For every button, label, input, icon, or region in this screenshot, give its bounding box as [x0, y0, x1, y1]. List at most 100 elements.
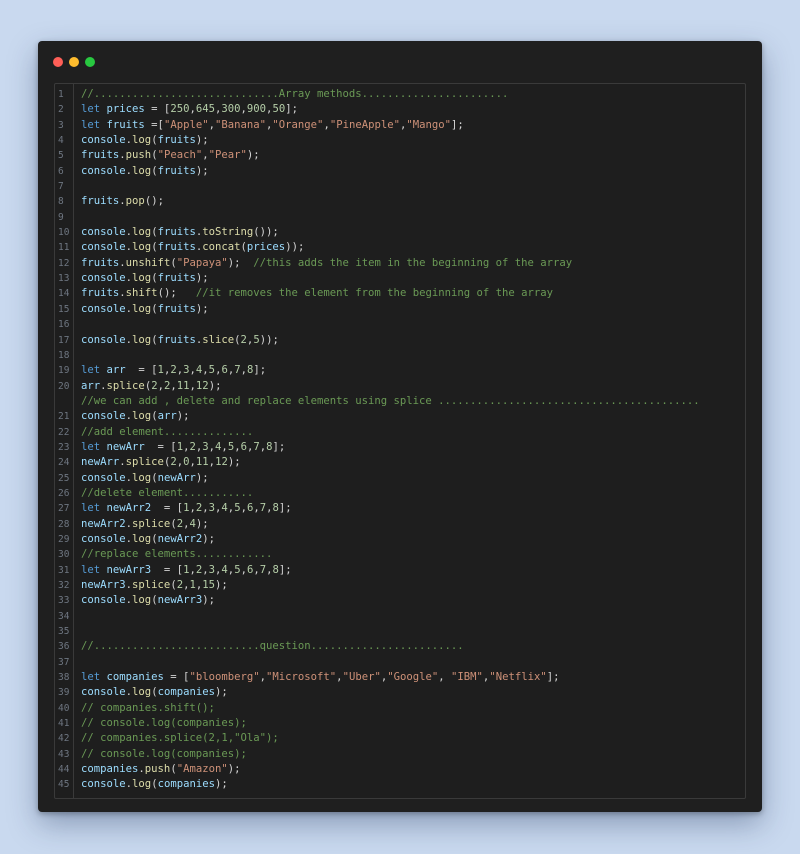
code-line: 33 console.log(newArr3); — [55, 593, 745, 608]
line-number: 2 — [58, 104, 64, 116]
code-line: 4 console.log(fruits); — [55, 133, 745, 148]
code-token: ); — [176, 410, 190, 423]
code-line: 14 fruits.shift(); //it removes the eleme… — [55, 286, 745, 301]
line-number: 42 — [58, 733, 70, 745]
code-token: "IBM" — [451, 671, 483, 684]
line-number: 5 — [58, 150, 64, 162]
code-token: log — [132, 272, 152, 285]
line-source: fruits.pop(); — [72, 194, 164, 209]
line-number: 24 — [58, 457, 70, 469]
code-token: // companies.splice(2,1,"Ola"); — [81, 732, 279, 745]
code-line: 45 console.log(companies); — [55, 777, 745, 792]
code-line: 35 — [55, 624, 745, 639]
code-token: "Netflix" — [489, 671, 547, 684]
close-dot-icon[interactable] — [53, 57, 63, 67]
line-source: let newArr2 = [1,2,3,4,5,6,7,8]; — [72, 501, 292, 516]
code-line: 41 // console.log(companies); — [55, 716, 745, 731]
code-line: 17 console.log(fruits.slice(2,5)); — [55, 333, 745, 348]
line-source: console.log(fruits); — [72, 133, 209, 148]
code-token: companies — [157, 778, 215, 791]
line-number: 25 — [58, 472, 70, 484]
code-token: , — [438, 671, 452, 684]
code-token: log — [132, 532, 152, 545]
line-number: 39 — [58, 687, 70, 699]
code-editor[interactable]: 1 //.............................Array me… — [54, 83, 746, 799]
code-token: "Orange" — [272, 118, 324, 131]
code-token: 300 — [221, 103, 241, 116]
line-source: companies.push("Amazon"); — [72, 762, 241, 777]
code-token: newArr3 — [106, 563, 152, 576]
line-number: 36 — [58, 641, 70, 653]
code-token: newArr2 — [157, 532, 203, 545]
code-line: 5 fruits.push("Peach","Pear"); — [55, 148, 745, 163]
maximize-dot-icon[interactable] — [85, 57, 95, 67]
code-line: 8 fruits.pop(); — [55, 194, 745, 209]
code-token: fruits — [81, 195, 120, 208]
code-token: = [ — [151, 563, 184, 576]
line-source: //delete element........... — [72, 486, 253, 501]
code-token: 645 — [195, 103, 215, 116]
code-line: 18 — [55, 348, 745, 363]
code-token: prices — [246, 241, 286, 254]
code-token: companies — [106, 671, 164, 684]
code-token: )); — [285, 241, 305, 254]
code-token: fruits — [157, 272, 196, 285]
code-token: let — [81, 440, 107, 453]
line-source: let newArr3 = [1,2,3,4,5,6,7,8]; — [72, 563, 292, 578]
code-token: let — [81, 118, 107, 131]
code-token: log — [132, 241, 152, 254]
code-token: //it removes the element from the beginn… — [195, 287, 554, 300]
code-token: ]; — [278, 563, 292, 576]
code-token: console — [81, 272, 126, 285]
code-token: = [ — [151, 502, 184, 515]
code-token: fruits — [157, 134, 196, 147]
line-source: newArr.splice(2,0,11,12); — [72, 455, 241, 470]
code-token: = [ — [163, 671, 190, 684]
line-number: 17 — [58, 334, 70, 346]
line-number: 29 — [58, 533, 70, 545]
code-token: arr — [106, 364, 126, 377]
code-token: fruits — [157, 241, 196, 254]
code-token: newArr3 — [157, 594, 203, 607]
code-token: "Papaya" — [176, 256, 228, 269]
code-token: console — [81, 594, 126, 607]
line-source: let prices = [250,645,300,900,50]; — [72, 102, 298, 117]
code-token: fruits — [157, 333, 196, 346]
line-source: console.log(newArr); — [72, 471, 209, 486]
minimize-dot-icon[interactable] — [69, 57, 79, 67]
line-source: fruits.unshift("Papaya"); //this adds th… — [72, 256, 572, 271]
code-line: 11 console.log(fruits.concat(prices)); — [55, 240, 745, 255]
code-token: log — [132, 778, 152, 791]
code-token: 11 — [195, 456, 209, 469]
line-source: console.log(companies); — [72, 685, 228, 700]
code-token: console — [81, 410, 126, 423]
code-window: 1 //.............................Array me… — [38, 41, 762, 812]
code-token: "Uber" — [342, 671, 381, 684]
code-line: 37 — [55, 655, 745, 670]
code-token: splice — [125, 456, 164, 469]
line-source: // companies.shift(); — [72, 701, 215, 716]
code-token: companies — [157, 686, 215, 699]
code-token: ); — [195, 272, 209, 285]
code-token: = [ — [144, 103, 171, 116]
line-source: console.log(companies); — [72, 777, 228, 792]
code-token: newArr2 — [106, 502, 152, 515]
code-token: ); — [202, 594, 215, 607]
line-source: console.log(arr); — [72, 409, 189, 424]
code-token: log — [132, 410, 152, 423]
code-token: //replace elements............ — [81, 548, 273, 561]
line-number: 45 — [58, 779, 70, 791]
code-line: 24 newArr.splice(2,0,11,12); — [55, 455, 745, 470]
line-source — [72, 609, 81, 624]
code-line: //we can add , delete and replace elemen… — [55, 394, 745, 409]
code-line: 3 let fruits =["Apple","Banana","Orange",… — [55, 118, 745, 133]
code-token: unshift — [125, 256, 171, 269]
code-token: let — [81, 502, 107, 515]
code-token: ); — [227, 256, 254, 269]
line-number: 19 — [58, 365, 70, 377]
window-controls — [53, 57, 95, 67]
code-line: 15 console.log(fruits); — [55, 302, 745, 317]
line-source: console.log(fruits.slice(2,5)); — [72, 333, 279, 348]
code-token: fruits — [81, 256, 120, 269]
code-line: 20 arr.splice(2,2,11,12); — [55, 379, 745, 394]
